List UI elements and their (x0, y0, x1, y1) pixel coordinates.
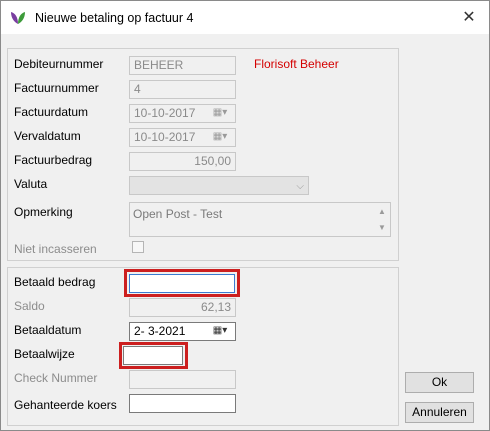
calendar-dropdown-icon: ▦▾ (212, 107, 228, 118)
debtor-field: BEHEER (129, 56, 236, 75)
currency-select: ⌵ (129, 176, 309, 195)
chevron-down-icon: ⌵ (296, 181, 304, 192)
due-date-label: Vervaldatum (14, 129, 81, 143)
remark-scrollbar: ▲ ▼ (375, 204, 389, 235)
dialog-window: Nieuwe betaling op factuur 4 ✕ Debiteurn… (0, 0, 490, 431)
title-bar: Nieuwe betaling op factuur 4 ✕ (1, 1, 489, 34)
currency-label: Valuta (14, 177, 48, 191)
scroll-up-icon: ▲ (378, 207, 386, 216)
check-number-field (129, 370, 236, 389)
pay-date-label: Betaaldatum (14, 323, 82, 337)
used-rate-input[interactable] (129, 394, 236, 413)
invoice-date-label: Factuurdatum (14, 105, 89, 119)
paid-amount-label: Betaald bedrag (14, 275, 96, 289)
cancel-button[interactable]: Annuleren (405, 402, 474, 423)
paid-amount-input[interactable] (129, 274, 235, 293)
calendar-dropdown-icon[interactable]: ▦▾ (208, 324, 232, 337)
remark-field: Open Post - Test ▲ ▼ (129, 202, 391, 237)
ok-button[interactable]: Ok (405, 372, 474, 393)
remark-value: Open Post - Test (133, 207, 223, 221)
used-rate-label: Gehanteerde koers (14, 398, 117, 412)
window-title: Nieuwe betaling op factuur 4 (35, 11, 194, 25)
pay-method-input[interactable] (123, 346, 183, 365)
remark-label: Opmerking (14, 205, 73, 219)
no-collect-checkbox (132, 241, 144, 253)
invoice-number-label: Factuurnummer (14, 81, 99, 95)
invoice-date-value: 10-10-2017 (134, 106, 196, 120)
balance-label: Saldo (14, 299, 45, 313)
invoice-number-field: 4 (129, 80, 236, 99)
close-icon[interactable]: ✕ (456, 6, 482, 30)
florisoft-logo-icon (11, 12, 25, 24)
no-collect-label: Niet incasseren (14, 242, 97, 256)
balance-field: 62,13 (129, 298, 236, 317)
scroll-down-icon: ▼ (378, 223, 386, 232)
check-number-label: Check Nummer (14, 371, 98, 385)
debtor-label: Debiteurnummer (14, 57, 104, 71)
amount-field: 150,00 (129, 152, 236, 171)
pay-method-label: Betaalwijze (14, 347, 75, 361)
pay-date-value: 2- 3-2021 (134, 324, 186, 338)
due-date-value: 10-10-2017 (134, 130, 196, 144)
debtor-name: Florisoft Beheer (254, 57, 339, 71)
calendar-dropdown-icon: ▦▾ (212, 131, 228, 142)
amount-label: Factuurbedrag (14, 153, 93, 167)
